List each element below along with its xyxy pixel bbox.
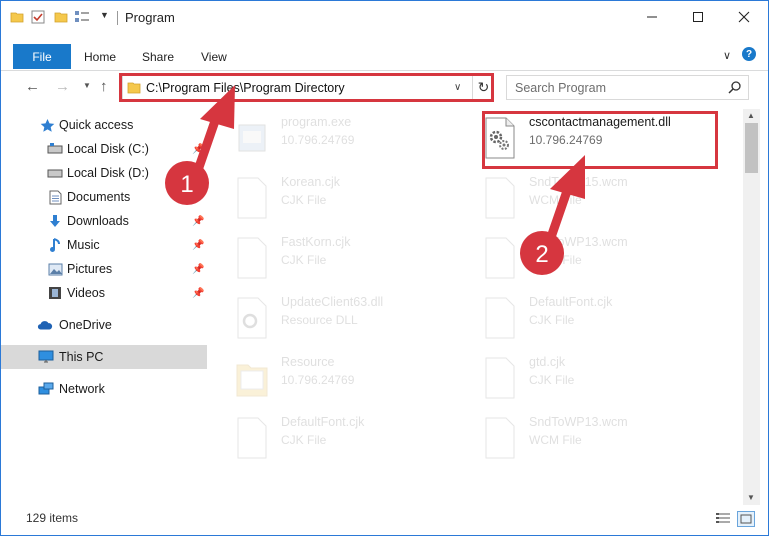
file-item[interactable]: SndToWP13.wcm WCM File [471,229,711,285]
generic-file-icon [237,237,267,279]
pin-icon[interactable]: 📌 [192,168,204,179]
dll-highlight-box [482,111,718,169]
folder-icon [10,10,24,27]
search-input[interactable]: Search Program [515,81,606,95]
generic-file-icon [485,417,515,459]
star-icon [39,117,55,133]
customize-toolbar-chevron-icon[interactable]: ▼ [100,10,109,20]
file-item[interactable]: Korean.cjk CJK File [223,169,463,225]
pin-icon[interactable]: 📌 [192,144,204,155]
documents-icon [47,189,63,205]
navigation-pane: Quick access Local Disk (C:) 📌 Local Dis… [1,109,209,505]
network-icon [38,381,54,397]
details-icon[interactable] [74,10,90,27]
file-item[interactable]: gtd.cjk CJK File [471,349,711,405]
sidebar-item-network[interactable]: Network [1,377,207,401]
title-bar: ▼ Program [1,1,768,35]
vertical-scrollbar[interactable]: ▲ ▼ [743,109,760,505]
sidebar-item-music[interactable]: Music 📌 [1,233,207,257]
close-icon [738,11,750,23]
pin-icon[interactable]: 📌 [192,288,204,299]
sidebar-item-documents[interactable]: Documents 📌 [1,185,207,209]
recent-locations-chevron-icon[interactable]: ▼ [83,81,91,90]
file-item[interactable]: DefaultFont.cjk CJK File [223,409,463,465]
new-folder-icon[interactable] [54,10,68,27]
file-item[interactable]: FastKorn.cjk CJK File [223,229,463,285]
file-item[interactable]: Resource 10.796.24769 [223,349,463,405]
sidebar-item-local-disk-c[interactable]: Local Disk (C:) 📌 [1,137,207,161]
generic-file-icon [485,297,515,339]
tab-file[interactable]: File [13,44,71,69]
generic-file-icon [237,417,267,459]
drive-icon [47,141,63,157]
status-bar: 129 items [1,505,768,535]
file-item[interactable]: SndToWP15.wcm WCM File [471,169,711,225]
file-item[interactable]: UpdateClient63.dll Resource DLL [223,289,463,345]
expand-ribbon-chevron-icon[interactable]: ∨ [723,49,731,62]
address-highlight-box [119,73,494,102]
pin-icon[interactable]: 📌 [192,216,204,227]
dll-gear-file-icon [237,297,267,339]
minimize-icon [647,16,657,18]
pin-icon[interactable]: 📌 [192,240,204,251]
search-box[interactable]: Search Program [506,75,749,100]
tab-share[interactable]: Share [142,50,174,64]
large-icons-view-icon[interactable] [737,511,755,527]
drive-icon [47,165,63,181]
sidebar-item-pictures[interactable]: Pictures 📌 [1,257,207,281]
exe-file-icon [238,124,266,152]
ribbon: File Home Share View ∨ ? [1,35,768,71]
sidebar-item-downloads[interactable]: Downloads 📌 [1,209,207,233]
navigation-bar: ← → ▼ ↑ C:\Program Files\Program Directo… [1,72,768,102]
file-item[interactable]: DefaultFont.cjk CJK File [471,289,711,345]
pin-icon[interactable]: 📌 [192,192,204,203]
maximize-button[interactable] [675,1,721,33]
computer-icon [38,349,54,365]
sidebar-item-local-disk-d[interactable]: Local Disk (D:) 📌 [1,161,207,185]
back-arrow-icon[interactable]: ← [25,78,40,95]
music-icon [47,237,63,253]
minimize-button[interactable] [629,1,675,33]
scrollbar-thumb[interactable] [745,123,758,173]
sidebar-item-videos[interactable]: Videos 📌 [1,281,207,305]
tab-view[interactable]: View [201,50,227,64]
scroll-down-icon[interactable]: ▼ [747,493,755,502]
tab-home[interactable]: Home [84,50,116,64]
help-icon[interactable]: ? [742,47,756,61]
window-title: Program [125,10,175,25]
forward-arrow-icon[interactable]: → [55,78,70,95]
generic-file-icon [237,177,267,219]
properties-check-icon[interactable] [31,10,45,27]
pin-icon[interactable]: 📌 [192,264,204,275]
scroll-up-icon[interactable]: ▲ [747,111,755,120]
file-item[interactable]: program.exe 10.796.24769 [223,109,463,165]
sidebar-item-quick-access[interactable]: Quick access [1,113,207,137]
search-icon[interactable] [728,80,742,97]
cloud-icon [37,317,53,333]
sidebar-item-onedrive[interactable]: OneDrive [1,313,207,337]
up-arrow-icon[interactable]: ↑ [100,78,108,95]
title-separator [117,11,118,25]
videos-icon [47,285,63,301]
sidebar-item-this-pc[interactable]: This PC [1,345,207,369]
item-count: 129 items [26,511,79,525]
pictures-icon [47,261,63,277]
details-view-icon[interactable] [714,511,732,527]
maximize-icon [693,12,703,22]
generic-file-icon [485,237,515,279]
generic-file-icon [485,177,515,219]
file-item[interactable]: SndToWP13.wcm WCM File [471,409,711,465]
download-icon [47,213,63,229]
explorer-window: ▼ Program File Home Share View ∨ ? ← → ▼… [0,0,769,536]
close-button[interactable] [721,1,767,33]
folder-icon [236,364,268,397]
generic-file-icon [485,357,515,399]
